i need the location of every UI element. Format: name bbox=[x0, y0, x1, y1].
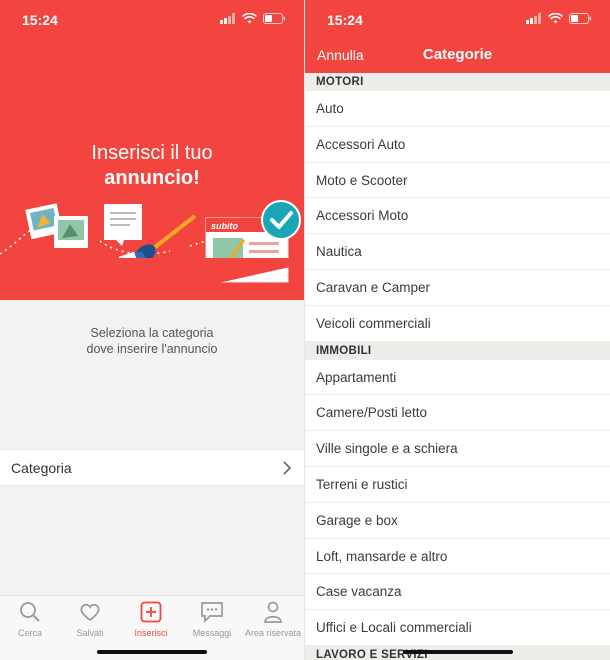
signal-icon bbox=[526, 13, 541, 24]
tab-label: Area riservata bbox=[244, 628, 302, 638]
category-hint-line2: dove inserire l'annuncio bbox=[86, 342, 218, 356]
section-header: IMMOBILI bbox=[305, 341, 610, 360]
status-time: 15:24 bbox=[327, 12, 363, 28]
category-hint-line1: Seleziona la categoria bbox=[90, 326, 214, 340]
category-list-item[interactable]: Veicoli commerciali bbox=[305, 305, 610, 342]
category-list-item[interactable]: Garage e box bbox=[305, 502, 610, 539]
tab-label: Messaggi bbox=[192, 628, 232, 638]
wifi-icon bbox=[242, 13, 257, 24]
category-list-item[interactable]: Accessori Auto bbox=[305, 126, 610, 163]
document-icon bbox=[104, 204, 142, 246]
tab-inserisci[interactable]: Inserisci bbox=[121, 600, 181, 638]
category-list-item[interactable]: Case vacanza bbox=[305, 574, 610, 611]
wifi-icon bbox=[548, 13, 563, 24]
checkmark-icon bbox=[261, 200, 301, 240]
search-icon bbox=[20, 602, 40, 622]
heart-icon bbox=[80, 603, 100, 622]
category-list-item[interactable]: Appartamenti bbox=[305, 359, 610, 396]
category-list-item[interactable]: Loft, mansarde e altro bbox=[305, 538, 610, 575]
cancel-button[interactable]: Annulla bbox=[317, 47, 364, 63]
hero-title-line2: annuncio! bbox=[104, 167, 200, 189]
tab-area-riservata[interactable]: Area riservata bbox=[243, 600, 303, 638]
category-list-item[interactable]: Uffici e Locali commerciali bbox=[305, 610, 610, 646]
person-icon bbox=[264, 601, 282, 623]
tab-label: Cerca bbox=[17, 628, 42, 638]
category-hint: Seleziona la categoria dove inserire l'a… bbox=[0, 325, 304, 357]
status-time: 15:24 bbox=[22, 12, 58, 28]
hero-title-line1: Inserisci il tuo bbox=[91, 142, 213, 164]
navigation-bar: 15:24 Categorie Annulla bbox=[305, 0, 610, 73]
battery-icon bbox=[569, 13, 592, 24]
category-list-item[interactable]: Caravan e Camper bbox=[305, 269, 610, 306]
tab-bar: Cerca Salvati Inserisci Messaggi Area ri… bbox=[0, 595, 304, 660]
tab-salvati[interactable]: Salvati bbox=[60, 600, 120, 638]
home-indicator[interactable] bbox=[403, 650, 513, 654]
tab-label: Salvati bbox=[76, 628, 104, 638]
battery-icon bbox=[263, 13, 286, 24]
category-list-item[interactable]: Accessori Moto bbox=[305, 198, 610, 235]
tab-messaggi[interactable]: Messaggi bbox=[182, 600, 242, 638]
tab-label: Inserisci bbox=[134, 628, 168, 638]
chevron-right-icon bbox=[283, 461, 292, 475]
category-list-item[interactable]: Terreni e rustici bbox=[305, 466, 610, 503]
category-selector-label: Categoria bbox=[11, 459, 72, 476]
category-list-item[interactable]: Camere/Posti letto bbox=[305, 395, 610, 432]
category-list: MOTORI Auto Accessori Auto Moto e Scooter Ac… bbox=[305, 73, 610, 660]
status-icons bbox=[526, 13, 592, 24]
hero-wave-bottom bbox=[0, 258, 304, 298]
categories-screen: 15:24 Categorie Annulla MOTORI Auto Access… bbox=[305, 0, 610, 660]
insert-ad-screen: 15:24 Inserisci il tuo annuncio! subito … bbox=[0, 0, 304, 660]
section-header: MOTORI bbox=[305, 73, 610, 91]
chat-icon bbox=[201, 602, 223, 623]
signal-icon bbox=[220, 13, 235, 24]
photo-card-icon bbox=[54, 216, 88, 248]
status-bar: 15:24 bbox=[305, 0, 610, 40]
hero-title: Inserisci il tuo annuncio! bbox=[0, 141, 304, 191]
category-list-item[interactable]: Moto e Scooter bbox=[305, 162, 610, 199]
category-list-item[interactable]: Auto bbox=[305, 91, 610, 127]
category-list-item[interactable]: Nautica bbox=[305, 234, 610, 270]
plus-square-icon bbox=[140, 601, 162, 623]
status-icons bbox=[220, 13, 286, 24]
category-selector[interactable]: Categoria bbox=[0, 449, 304, 486]
home-indicator[interactable] bbox=[97, 650, 207, 654]
subito-logo: subito bbox=[211, 221, 238, 231]
tab-cerca[interactable]: Cerca bbox=[0, 600, 60, 638]
category-list-item[interactable]: Ville singole e a schiera bbox=[305, 431, 610, 467]
status-bar: 15:24 bbox=[0, 0, 304, 40]
